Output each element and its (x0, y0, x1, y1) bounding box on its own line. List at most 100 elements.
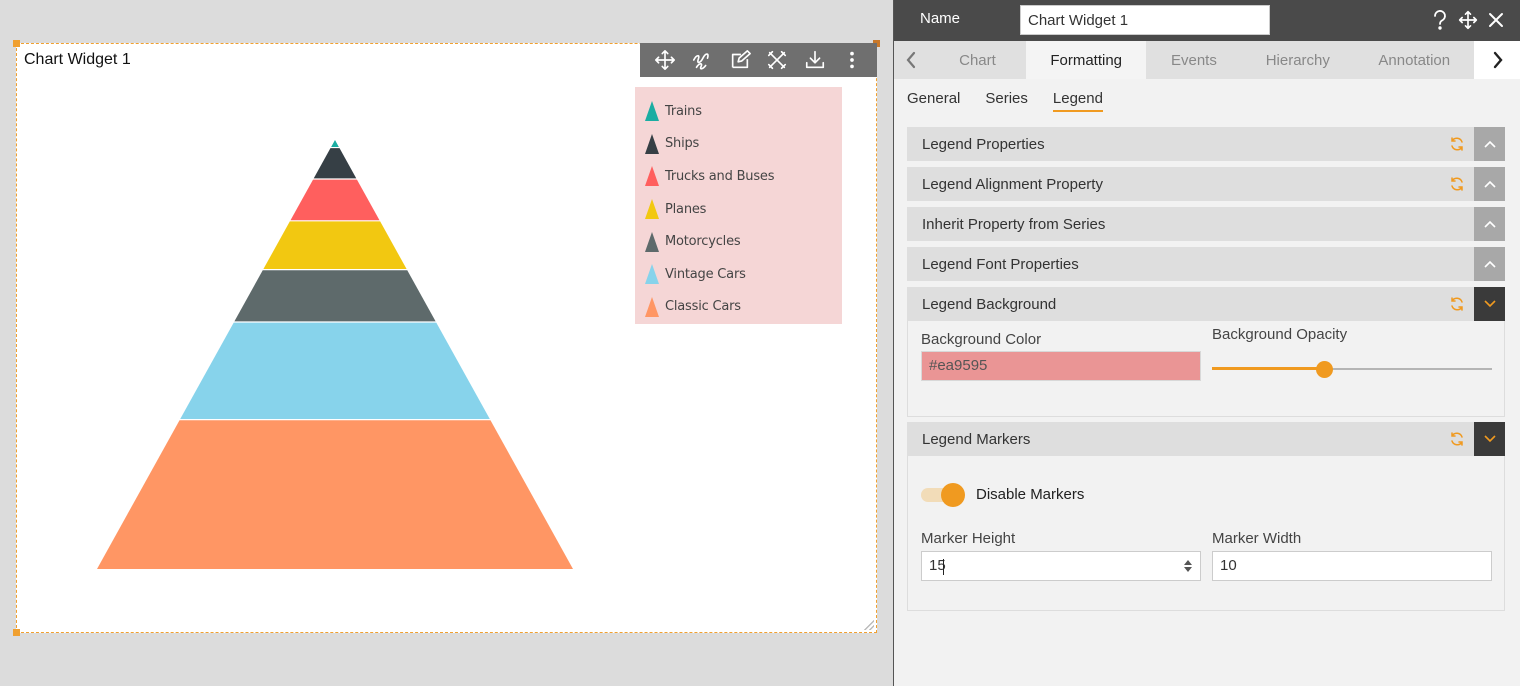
tab-events[interactable]: Events (1146, 41, 1241, 79)
legend-marker-icon (645, 101, 659, 122)
legend-marker-icon (645, 133, 659, 154)
tab-annotation[interactable]: Annotation (1354, 41, 1474, 79)
legend-item[interactable]: Planes (635, 193, 842, 226)
legend-marker-icon (645, 264, 659, 285)
move-icon[interactable] (1458, 8, 1478, 32)
resize-grip-icon[interactable] (864, 620, 874, 630)
more-vertical-icon[interactable] (838, 46, 866, 74)
widget-toolbar (640, 43, 877, 77)
section-header[interactable]: Legend Background (907, 287, 1505, 321)
pyramid-chart (97, 140, 573, 569)
legend-marker-icon (645, 296, 659, 317)
legend-label: Trains (665, 103, 702, 119)
chevron-up-icon[interactable] (1474, 247, 1505, 281)
slider-thumb[interactable] (1316, 361, 1333, 378)
help-icon[interactable] (1430, 8, 1450, 32)
background-opacity-slider[interactable] (1212, 361, 1492, 378)
chevron-up-icon[interactable] (1474, 207, 1505, 241)
download-icon[interactable] (801, 46, 829, 74)
section-title: Legend Background (922, 295, 1057, 313)
marker-width-input[interactable]: 10 (1212, 551, 1492, 581)
section-header[interactable]: Inherit Property from Series (907, 207, 1505, 241)
section-legend-markers: Legend Markers Disable Markers Marker He… (907, 422, 1505, 611)
chevron-down-icon[interactable] (1474, 287, 1505, 321)
section-legend-background: Legend Background Background Color #ea95… (907, 287, 1505, 417)
legend-label: Trucks and Buses (665, 168, 775, 184)
chevron-down-icon[interactable] (1474, 422, 1505, 456)
pyramid-segment-ships[interactable] (313, 148, 357, 179)
tab-formatting[interactable]: Formatting (1026, 41, 1147, 79)
legend-item[interactable]: Ships (635, 128, 842, 161)
move-icon[interactable] (651, 46, 679, 74)
section-title: Legend Alignment Property (922, 175, 1103, 193)
toggle-knob (941, 483, 965, 507)
close-icon[interactable] (1486, 8, 1506, 32)
section-legend-properties: Legend Properties (907, 127, 1505, 161)
panel-tabs: Chart Formatting Events Hierarchy Annota… (894, 41, 1520, 79)
reset-icon[interactable] (1449, 176, 1465, 192)
tab-hierarchy[interactable]: Hierarchy (1241, 41, 1354, 79)
dashboard-canvas: Chart Widget 1 Trains Ships Trucks and Bus (0, 0, 893, 686)
spinner-icon[interactable] (1183, 559, 1193, 573)
subtab-general[interactable]: General (907, 90, 960, 112)
background-color-field[interactable]: #ea9595 (921, 351, 1201, 381)
disable-markers-label: Disable Markers (976, 486, 1085, 503)
legend-item[interactable]: Classic Cars (635, 291, 842, 324)
chevron-up-icon[interactable] (1474, 127, 1505, 161)
pyramid-segment-motorcycles[interactable] (234, 270, 436, 322)
legend-item[interactable]: Motorcycles (635, 225, 842, 258)
pyramid-segment-trucks-and-buses[interactable] (290, 179, 380, 221)
section-inherit-series: Inherit Property from Series (907, 207, 1505, 241)
marker-width-value: 10 (1220, 557, 1237, 574)
section-legend-alignment: Legend Alignment Property (907, 167, 1505, 201)
legend-marker-icon (645, 199, 659, 220)
section-title: Legend Markers (922, 430, 1031, 448)
tabs-prev-chevron-icon[interactable] (894, 41, 929, 79)
tools-icon[interactable] (763, 46, 791, 74)
formatting-subtabs: General Series Legend (907, 90, 1103, 112)
legend-label: Motorcycles (665, 234, 741, 250)
legend-label: Vintage Cars (665, 266, 746, 282)
background-color-label: Background Color (921, 331, 1042, 348)
chart-legend: Trains Ships Trucks and Buses Planes Motorcy… (635, 87, 842, 324)
reset-icon[interactable] (1449, 296, 1465, 312)
section-body: Disable Markers Marker Height 15 Marker … (907, 456, 1505, 611)
chart-widget[interactable]: Chart Widget 1 Trains Ships Trucks and Bus (13, 40, 880, 636)
legend-label: Classic Cars (665, 299, 741, 315)
legend-label: Planes (665, 201, 707, 217)
disable-markers-toggle[interactable] (921, 483, 965, 507)
reset-icon[interactable] (1449, 136, 1465, 152)
legend-item[interactable]: Vintage Cars (635, 258, 842, 291)
section-header[interactable]: Legend Markers (907, 422, 1505, 456)
tab-chart[interactable]: Chart (929, 41, 1026, 79)
pyramid-segment-classic-cars[interactable] (97, 420, 573, 569)
edit-icon[interactable] (726, 46, 754, 74)
wand-icon[interactable] (688, 46, 716, 74)
widget-name-input[interactable] (1020, 5, 1270, 35)
text-caret (943, 559, 944, 575)
marker-width-label: Marker Width (1212, 530, 1302, 547)
panel-header: Name (894, 0, 1520, 41)
section-header[interactable]: Legend Font Properties (907, 247, 1505, 281)
background-opacity-label: Background Opacity (1212, 326, 1348, 343)
subtab-series[interactable]: Series (985, 90, 1028, 112)
subtab-legend[interactable]: Legend (1052, 90, 1103, 112)
name-label: Name (920, 10, 961, 27)
marker-height-input[interactable]: 15 (921, 551, 1201, 581)
pyramid-segment-trains[interactable] (331, 140, 339, 147)
slider-fill (1212, 367, 1324, 370)
legend-marker-icon (645, 166, 659, 187)
pyramid-segment-planes[interactable] (263, 221, 407, 270)
tabs-next-chevron-icon[interactable] (1474, 41, 1520, 79)
section-header[interactable]: Legend Alignment Property (907, 167, 1505, 201)
section-header[interactable]: Legend Properties (907, 127, 1505, 161)
pyramid-segment-vintage-cars[interactable] (180, 322, 490, 420)
legend-item[interactable]: Trucks and Buses (635, 160, 842, 193)
section-legend-font: Legend Font Properties (907, 247, 1505, 281)
section-title: Legend Properties (922, 135, 1045, 153)
legend-item[interactable]: Trains (635, 95, 842, 128)
marker-height-label: Marker Height (921, 530, 1016, 547)
legend-label: Ships (665, 136, 700, 152)
reset-icon[interactable] (1449, 431, 1465, 447)
chevron-up-icon[interactable] (1474, 167, 1505, 201)
